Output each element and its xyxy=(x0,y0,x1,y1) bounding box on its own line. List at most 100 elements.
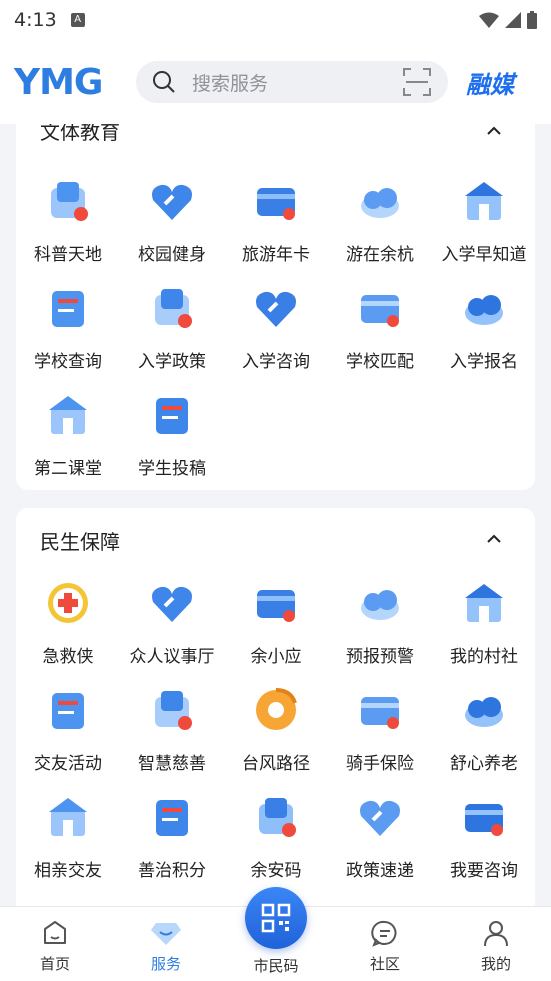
dating-icon xyxy=(49,798,87,836)
service-label: 旅游年卡 xyxy=(242,245,310,265)
mail-icon xyxy=(156,398,188,434)
scooter-icon xyxy=(361,697,399,729)
citizen-code-button[interactable] xyxy=(245,887,307,949)
status-bar: 4:13 A xyxy=(0,0,551,40)
fitness-icon xyxy=(152,184,192,220)
weather-icon xyxy=(361,590,399,620)
home-icon xyxy=(44,921,66,944)
tab-community[interactable]: 社区 xyxy=(345,919,425,974)
service-item-charity[interactable]: 智慧慈善 xyxy=(120,675,224,775)
collapse-chevron-icon[interactable] xyxy=(487,532,501,546)
notification-icon: A xyxy=(70,13,85,27)
charity-icon xyxy=(155,691,192,730)
service-item-tourism[interactable]: 游在余杭 xyxy=(328,166,432,266)
service-item-classroom[interactable]: 第二课堂 xyxy=(16,380,120,480)
service-item-consult[interactable]: 入学咨询 xyxy=(224,273,328,373)
service-label: 入学报名 xyxy=(450,352,518,372)
service-label: 入学咨询 xyxy=(242,352,310,372)
orbit-icon xyxy=(51,182,88,221)
service-item-register[interactable]: 入学报名 xyxy=(432,273,536,373)
header: YMG 搜索服务 融媒 xyxy=(0,40,551,124)
service-item-handshake[interactable]: 余小应 xyxy=(224,568,328,668)
service-label: 台风路径 xyxy=(242,754,310,774)
bottom-tab-bar: 首页 服务 市民码 社区 我的 xyxy=(0,887,551,981)
service-item-books[interactable]: 入学政策 xyxy=(120,273,224,373)
collapse-chevron-icon[interactable] xyxy=(487,124,501,138)
school-building-icon xyxy=(465,182,503,220)
service-label: 众人议事厅 xyxy=(129,647,215,667)
service-item-shield-code[interactable]: 余安码 xyxy=(224,782,328,882)
service-item-dating[interactable]: 相亲交友 xyxy=(16,782,120,882)
service-item-school-query[interactable]: 学校查询 xyxy=(16,273,120,373)
service-label: 骑手保险 xyxy=(346,754,414,774)
service-label: 我要咨询 xyxy=(450,861,518,881)
service-label: 政策速递 xyxy=(346,861,414,881)
tab-profile[interactable]: 我的 xyxy=(456,919,536,974)
travel-card-icon xyxy=(257,188,295,220)
typhoon-icon xyxy=(256,688,297,730)
service-item-typhoon[interactable]: 台风路径 xyxy=(224,675,328,775)
tab-home[interactable]: 首页 xyxy=(15,919,95,974)
service-content: 文体教育 科普天地 校园健身 旅游年卡 游在余杭 入学早知道学校查询 入学政策 入学咨询 学校… xyxy=(0,124,551,906)
tab-label: 服务 xyxy=(150,955,181,973)
service-item-cloud-hall[interactable]: 众人议事厅 xyxy=(120,568,224,668)
service-label: 舒心养老 xyxy=(450,754,518,774)
search-icon xyxy=(153,71,175,93)
heart-hands-icon xyxy=(52,693,84,729)
service-item-first-aid[interactable]: 急救侠 xyxy=(16,568,120,668)
service-item-fitness[interactable]: 校园健身 xyxy=(120,166,224,266)
service-label: 游在余杭 xyxy=(346,245,414,265)
chat-bubble-icon xyxy=(371,920,397,947)
service-item-travel-card[interactable]: 旅游年卡 xyxy=(224,166,328,266)
service-item-flag[interactable]: 学校匹配 xyxy=(328,273,432,373)
status-icons xyxy=(479,11,537,29)
livelihood-card: 民生保障 急救侠 众人议事厅 余小应 预报预警 我的村社 交友活动 智慧慈善 台风路径 骑手保险… xyxy=(16,508,535,906)
school-query-icon xyxy=(52,291,84,327)
service-label: 智慧慈善 xyxy=(138,754,206,774)
culture-section-title: 文体教育 xyxy=(40,124,120,144)
service-label: 余安码 xyxy=(250,861,302,881)
points-bag-icon xyxy=(156,800,188,836)
wifi-icon xyxy=(479,12,499,28)
elderly-icon xyxy=(465,697,503,727)
user-icon xyxy=(484,921,508,947)
search-placeholder: 搜索服务 xyxy=(192,72,269,95)
search-bar[interactable]: 搜索服务 xyxy=(136,61,448,103)
service-label: 入学政策 xyxy=(138,352,206,372)
service-label: 交友活动 xyxy=(34,754,102,774)
service-item-weather[interactable]: 预报预警 xyxy=(328,568,432,668)
service-item-school-building[interactable]: 入学早知道 xyxy=(432,166,536,266)
service-item-chat[interactable]: 我要咨询 xyxy=(432,782,536,882)
classroom-icon xyxy=(49,396,87,434)
scan-icon[interactable] xyxy=(402,67,432,97)
culture-education-card: 文体教育 科普天地 校园健身 旅游年卡 游在余杭 入学早知道学校查询 入学政策 入学咨询 学校… xyxy=(16,124,535,490)
tourism-icon xyxy=(361,188,399,218)
service-label: 学生投稿 xyxy=(138,459,206,479)
service-item-mail[interactable]: 学生投稿 xyxy=(120,380,224,480)
service-item-heart-hands[interactable]: 交友活动 xyxy=(16,675,120,775)
service-label: 学校查询 xyxy=(34,352,102,372)
service-label: 校园健身 xyxy=(138,245,206,265)
service-item-policy-book[interactable]: 政策速递 xyxy=(328,782,432,882)
service-label: 急救侠 xyxy=(42,647,94,667)
tab-label: 社区 xyxy=(369,955,400,973)
qr-code-icon xyxy=(261,903,291,933)
service-item-orbit[interactable]: 科普天地 xyxy=(16,166,120,266)
diamond-icon xyxy=(151,923,181,945)
books-icon xyxy=(155,289,192,328)
service-label: 预报预警 xyxy=(346,647,414,667)
status-time: 4:13 xyxy=(14,9,57,31)
tab-services[interactable]: 服务 xyxy=(126,919,206,974)
village-icon xyxy=(465,584,503,622)
tab-label: 首页 xyxy=(39,955,70,973)
tab-label: 我的 xyxy=(480,955,511,973)
service-item-scooter[interactable]: 骑手保险 xyxy=(328,675,432,775)
app-logo[interactable]: YMG xyxy=(14,62,124,103)
shield-code-icon xyxy=(259,798,296,837)
service-label: 相亲交友 xyxy=(34,861,102,881)
service-item-village[interactable]: 我的村社 xyxy=(432,568,536,668)
service-item-points-bag[interactable]: 善治积分 xyxy=(120,782,224,882)
media-brand-button[interactable]: 融媒 xyxy=(466,65,514,100)
service-item-elderly[interactable]: 舒心养老 xyxy=(432,675,536,775)
service-label: 第二课堂 xyxy=(34,459,102,479)
